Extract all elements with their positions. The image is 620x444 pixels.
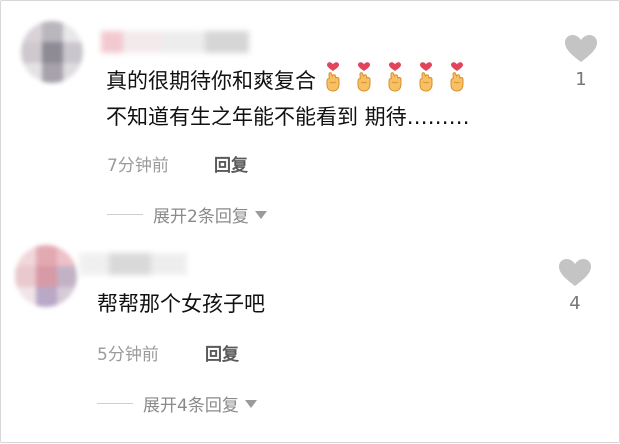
comment-item: 真的很期待你和爽复合 不知道有生之年能不能看到 期待……… 7分钟前 回复 展开… (1, 1, 620, 231)
finger-heart-emoji (384, 62, 406, 92)
comment-panel: 真的很期待你和爽复合 不知道有生之年能不能看到 期待……… 7分钟前 回复 展开… (0, 0, 620, 443)
comment-time: 5分钟前 (97, 345, 159, 365)
reply-button[interactable]: 回复 (214, 151, 248, 176)
finger-heart-emoji (446, 62, 468, 92)
like-button[interactable]: 4 (555, 259, 595, 314)
comment-text-line2: 不知道有生之年能不能看到 期待……… (106, 105, 470, 129)
finger-heart-emoji (353, 62, 375, 92)
comment-text: 真的很期待你和爽复合 不知道有生之年能不能看到 期待……… (106, 62, 477, 133)
username-blurred[interactable] (79, 253, 189, 275)
finger-heart-emoji (322, 62, 344, 92)
comment-text: 帮帮那个女孩子吧 (97, 292, 265, 316)
finger-heart-emoji (415, 62, 437, 92)
comment-time: 7分钟前 (107, 156, 169, 176)
heart-icon (559, 259, 591, 286)
expand-replies-button[interactable]: 展开4条回复 (97, 391, 257, 416)
divider-line (97, 403, 133, 404)
like-button[interactable]: 1 (561, 35, 601, 90)
divider-line (107, 214, 143, 215)
expand-replies-label: 展开2条回复 (153, 207, 249, 227)
avatar[interactable] (15, 245, 77, 307)
heart-icon (565, 35, 597, 62)
like-count: 4 (569, 293, 581, 314)
caret-down-icon (244, 399, 257, 408)
expand-replies-label: 展开4条回复 (143, 396, 239, 416)
avatar[interactable] (21, 21, 83, 83)
comment-text-line1: 真的很期待你和爽复合 (106, 69, 316, 93)
reply-button[interactable]: 回复 (205, 340, 239, 365)
caret-down-icon (254, 210, 267, 219)
expand-replies-button[interactable]: 展开2条回复 (107, 202, 267, 227)
finger-heart-emoji-group (322, 62, 477, 101)
like-count: 1 (575, 69, 587, 90)
username-blurred[interactable] (101, 31, 251, 53)
